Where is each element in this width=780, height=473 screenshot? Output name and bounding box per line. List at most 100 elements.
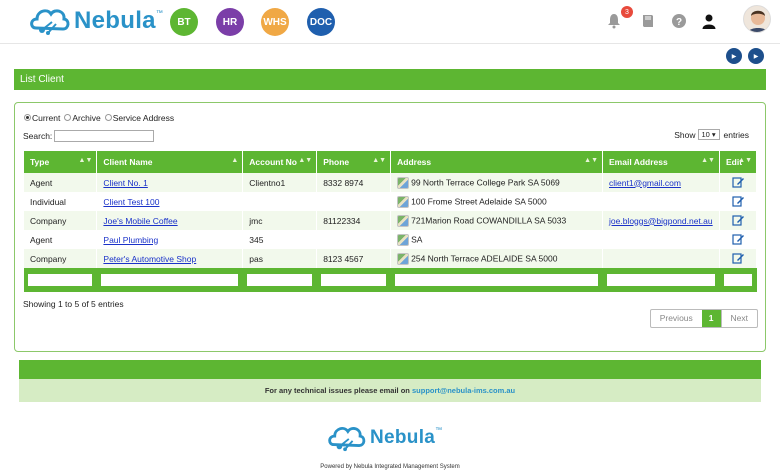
- entries-select[interactable]: 10 ▾: [698, 129, 721, 140]
- brand-name: Nebula: [74, 7, 156, 34]
- entries-label: entries: [723, 129, 749, 140]
- radio-service-address[interactable]: Service Address: [104, 113, 175, 123]
- book-icon[interactable]: [639, 12, 657, 30]
- map-icon[interactable]: [397, 252, 410, 265]
- col-type-label: Type: [30, 157, 50, 167]
- cell-type: Agent: [24, 173, 98, 192]
- cell-phone: [316, 192, 392, 211]
- radio-archive-button[interactable]: [64, 114, 72, 121]
- nebula-logo[interactable]: Nebula ™: [28, 4, 163, 38]
- cloud-logo-icon: [30, 9, 70, 35]
- module-whs-button[interactable]: WHS: [261, 8, 289, 36]
- module-doc-button[interactable]: DOC: [307, 8, 335, 36]
- radio-current-button[interactable]: [24, 114, 31, 121]
- table-row: Company Joe's Mobile Coffee jmc 81122334…: [24, 211, 758, 230]
- user-profile-icon[interactable]: [700, 12, 718, 30]
- table-row: Agent Client No. 1 Clientno1 8332 8974 9…: [24, 173, 758, 192]
- filter-client-name: [96, 268, 244, 292]
- cell-client-name: Client Test 100: [96, 192, 244, 211]
- col-email-label: Email Address: [609, 157, 668, 167]
- cell-phone: 8123 4567: [316, 249, 392, 268]
- footer-brand-name: Nebula: [370, 427, 436, 448]
- cell-phone: 81122334: [316, 211, 392, 230]
- filter-address-input[interactable]: [395, 274, 598, 286]
- radio-service-address-button[interactable]: [104, 114, 112, 121]
- col-edit-header[interactable]: Edit ▲▼: [719, 151, 758, 173]
- filter-edit-input[interactable]: [723, 274, 752, 286]
- powered-by-text: Powered by Nebula Integrated Management …: [320, 464, 460, 470]
- cell-address: 721Marion Road COWANDILLA SA 5033: [390, 211, 603, 230]
- edit-icon[interactable]: [732, 214, 744, 226]
- cell-email: [602, 230, 720, 249]
- filter-type: [24, 268, 98, 292]
- client-name-link[interactable]: Joe's Mobile Coffee: [103, 216, 177, 226]
- status-filter: Current Archive Service Address: [24, 113, 174, 123]
- filter-email: [602, 268, 720, 292]
- module-hr-button[interactable]: HR: [216, 8, 244, 36]
- col-type-header[interactable]: Type ▲▼: [24, 151, 98, 173]
- show-label: Show: [674, 129, 696, 140]
- cell-email: [602, 192, 720, 211]
- sort-icon: ▲▼: [701, 157, 715, 164]
- email-link[interactable]: client1@gmail.com: [609, 178, 681, 188]
- map-icon[interactable]: [397, 214, 410, 227]
- col-phone-header[interactable]: Phone ▲▼: [316, 151, 392, 173]
- svg-text:?: ?: [676, 17, 682, 28]
- video-tutorial-icon[interactable]: ▶: [748, 48, 764, 64]
- col-account-no-label: Account No: [249, 157, 297, 167]
- client-name-link[interactable]: Paul Plumbing: [103, 235, 158, 245]
- previous-button[interactable]: Previous: [651, 310, 702, 327]
- map-icon[interactable]: [397, 233, 410, 246]
- client-name-link[interactable]: Peter's Automotive Shop: [103, 254, 196, 264]
- client-table: Type ▲▼ Client Name ▲ Account No ▲▼ Phone ▲▼…: [24, 151, 758, 292]
- user-avatar[interactable]: [743, 5, 771, 33]
- search-label: Search:: [23, 131, 53, 141]
- col-account-no-header[interactable]: Account No ▲▼: [242, 151, 318, 173]
- radio-archive[interactable]: Archive: [64, 113, 101, 123]
- edit-icon[interactable]: [732, 176, 744, 188]
- sort-icon: ▲▼: [298, 157, 313, 164]
- cell-type: Agent: [24, 230, 98, 249]
- edit-icon[interactable]: [732, 233, 744, 245]
- footer-bar: [19, 360, 761, 379]
- column-filter-row: [24, 268, 758, 292]
- pagination: Previous 1 Next: [649, 309, 758, 328]
- video-help-icon[interactable]: ▶: [726, 48, 742, 64]
- filter-edit: [719, 268, 758, 292]
- cell-type: Individual: [24, 192, 98, 211]
- cell-client-name: Paul Plumbing: [96, 230, 244, 249]
- edit-icon[interactable]: [732, 195, 744, 207]
- col-address-header[interactable]: Address ▲▼: [390, 151, 603, 173]
- page-1-button[interactable]: 1: [701, 310, 721, 327]
- cloud-logo-icon: [328, 427, 366, 452]
- edit-icon[interactable]: [732, 252, 744, 264]
- filter-email-input[interactable]: [607, 274, 715, 286]
- cell-account: 345: [242, 230, 318, 249]
- col-email-header[interactable]: Email Address ▲▼: [602, 151, 720, 173]
- client-name-link[interactable]: Client Test 100: [103, 197, 159, 207]
- radio-service-address-label: Service Address: [112, 113, 175, 123]
- sort-icon: ▲▼: [738, 157, 752, 164]
- next-button[interactable]: Next: [720, 310, 757, 327]
- filter-type-input[interactable]: [28, 274, 93, 286]
- filter-address: [390, 268, 603, 292]
- client-list-panel: Current Archive Service Address Search: …: [14, 102, 766, 352]
- filter-client-name-input[interactable]: [101, 274, 239, 286]
- map-icon[interactable]: [397, 195, 410, 208]
- help-question-icon[interactable]: ?: [670, 12, 688, 30]
- email-link[interactable]: joe.bloggs@bigpond.net.au: [609, 216, 713, 226]
- search-input[interactable]: [54, 130, 155, 142]
- client-name-link[interactable]: Client No. 1: [103, 178, 147, 188]
- address-text: 100 Frome Street Adelaide SA 5000: [411, 195, 547, 206]
- bell-icon[interactable]: [605, 12, 623, 30]
- radio-current[interactable]: Current: [24, 113, 60, 123]
- cell-address: 254 North Terrace ADELAIDE SA 5000: [390, 249, 603, 268]
- support-email-link[interactable]: support@nebula-ims.com.au: [412, 386, 515, 395]
- filter-phone-input[interactable]: [321, 274, 387, 286]
- map-icon[interactable]: [397, 176, 410, 189]
- col-client-name-header[interactable]: Client Name ▲: [96, 151, 244, 173]
- filter-account-input[interactable]: [247, 274, 313, 286]
- cell-account: pas: [242, 249, 318, 268]
- address-text: 721Marion Road COWANDILLA SA 5033: [411, 214, 567, 225]
- module-bt-button[interactable]: BT: [170, 8, 198, 36]
